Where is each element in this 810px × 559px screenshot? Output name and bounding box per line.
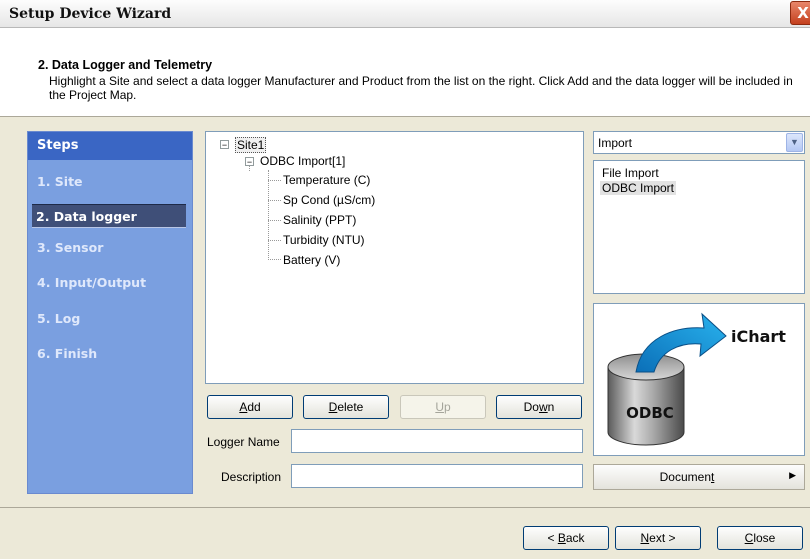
step-input-output[interactable]: 4. Input/Output [37,275,146,290]
description-input[interactable] [291,464,583,488]
next-button[interactable]: Next > [615,526,701,550]
step-data-logger[interactable]: 2. Data logger [32,204,186,228]
image-ichart-text: iChart [731,327,786,346]
database-arrow-icon: ODBC iChart [607,312,786,446]
tree-node-channel[interactable]: Temperature (C) [283,173,370,187]
page-heading: 2. Data Logger and Telemetry [38,58,213,72]
delete-button[interactable]: Delete [303,395,389,419]
tree-connector [268,259,281,260]
import-list[interactable]: File Import ODBC Import [593,160,805,294]
tree-node-channel[interactable]: Turbidity (NTU) [283,233,365,247]
footer-divider [0,507,810,508]
wizard-header: 2. Data Logger and Telemetry Highlight a… [0,28,810,117]
down-button[interactable]: Down [496,395,582,419]
title-bar: Setup Device Wizard X [0,0,810,28]
step-sensor[interactable]: 3. Sensor [37,240,103,255]
tree-connector [268,180,281,181]
project-tree[interactable]: − Site1 − ODBC Import[1] Temperature (C)… [205,131,584,384]
import-type-select[interactable]: Import ▼ [593,131,805,154]
triangle-right-icon: ▶ [789,470,796,480]
step-log[interactable]: 5. Log [37,311,80,326]
document-button-label: Document [659,470,715,484]
step-site[interactable]: 1. Site [37,174,83,189]
window-title: Setup Device Wizard [9,6,172,22]
tree-connector [268,240,281,241]
collapse-site-icon[interactable]: − [220,140,229,150]
tree-connector [268,170,269,260]
add-button[interactable]: Add [207,395,293,419]
list-item[interactable]: ODBC Import [600,181,677,195]
step-finish[interactable]: 6. Finish [37,346,97,361]
back-button[interactable]: < Back [523,526,609,550]
import-type-value: Import [598,136,633,150]
tree-node-site[interactable]: Site1 [235,137,267,153]
page-description: Highlight a Site and select a data logge… [49,74,793,102]
steps-panel: Steps 1. Site 2. Data logger 3. Sensor 4… [27,131,193,494]
tree-connector [268,200,281,201]
steps-title: Steps [28,132,192,160]
logger-name-input[interactable] [291,429,583,453]
chevron-down-icon[interactable]: ▼ [786,133,803,152]
list-item[interactable]: File Import [600,166,661,180]
collapse-logger-icon[interactable]: − [245,157,254,167]
tree-node-channel[interactable]: Battery (V) [283,253,340,267]
odbc-ichart-image: ODBC iChart [593,303,805,456]
description-label: Description [221,470,282,484]
document-button[interactable]: Document ▶ [593,464,805,490]
close-window-button[interactable]: X [790,1,810,25]
up-button[interactable]: Up [400,395,486,419]
logger-name-label: Logger Name [207,435,280,449]
tree-node-channel[interactable]: Sp Cond (µS/cm) [283,193,375,207]
tree-node-channel[interactable]: Salinity (PPT) [283,213,356,227]
close-button[interactable]: Close [717,526,803,550]
tree-node-logger[interactable]: ODBC Import[1] [260,154,345,168]
image-odbc-text: ODBC [626,404,674,422]
tree-connector [268,220,281,221]
